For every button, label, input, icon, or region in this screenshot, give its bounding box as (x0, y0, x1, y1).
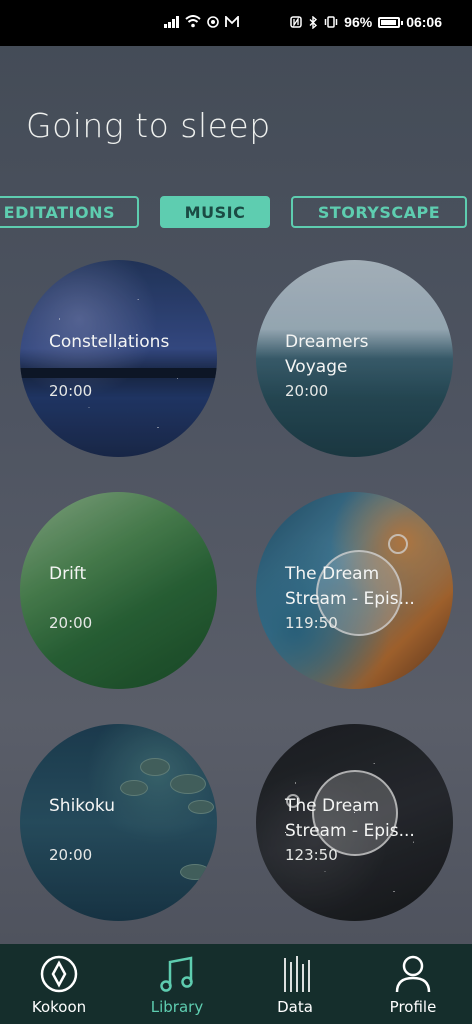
nav-label: Data (277, 998, 313, 1016)
card-shikoku[interactable]: Shikoku 20:00 (20, 724, 217, 921)
card-duration: 123:50 (285, 846, 338, 864)
clock: 06:06 (406, 14, 442, 30)
nav-label: Kokoon (31, 998, 87, 1016)
card-title: Drift (49, 564, 87, 584)
mail-icon (225, 15, 239, 27)
card-constellations[interactable]: Constellations 20:00 (20, 260, 217, 457)
card-title: The Dream Stream - Epis... (285, 564, 415, 609)
data-bars-icon (284, 956, 310, 992)
nav-data[interactable]: Data (236, 944, 354, 1024)
tab-meditations[interactable]: EDITATIONS (0, 196, 139, 228)
nav-label: Profile (389, 998, 437, 1016)
card-title: Dreamers Voyage (285, 332, 369, 377)
card-dreamers-voyage[interactable]: Dreamers Voyage 20:00 (256, 260, 453, 457)
nav-label: Library (150, 998, 204, 1016)
status-icons-right: 96% 06:06 (290, 14, 442, 30)
tab-storyscape[interactable]: STORYSCAPE (291, 196, 467, 228)
wifi-icon (185, 15, 201, 28)
music-note-icon (160, 956, 193, 992)
card-title: Constellations (49, 332, 170, 352)
bluetooth-icon (309, 15, 318, 29)
battery-icon (378, 16, 404, 28)
card-title: Shikoku (49, 796, 116, 816)
card-title: The Dream Stream - Epis... (285, 796, 415, 841)
card-duration: 20:00 (285, 382, 329, 400)
card-dream-stream-1[interactable]: The Dream Stream - Epis... 119:50 (256, 492, 453, 689)
card-drift[interactable]: Drift 20:00 (20, 492, 217, 689)
nfc-icon (290, 16, 302, 28)
signal-icon (164, 15, 179, 28)
vibrate-icon (324, 16, 338, 28)
card-duration: 119:50 (285, 614, 338, 632)
card-duration: 20:00 (49, 846, 93, 864)
bottom-nav: Kokoon Library Data Profile (0, 944, 472, 1024)
card-dream-stream-2[interactable]: The Dream Stream - Epis... 123:50 (256, 724, 453, 921)
location-icon (207, 15, 219, 28)
tab-music[interactable]: MUSIC (160, 196, 270, 228)
nav-profile[interactable]: Profile (354, 944, 472, 1024)
card-duration: 20:00 (49, 382, 93, 400)
battery-percent: 96% (344, 14, 373, 30)
nav-library[interactable]: Library (118, 944, 236, 1024)
page-title: Going to sleep (26, 106, 271, 145)
kokoon-logo-icon (40, 955, 78, 993)
status-icons-left (164, 15, 239, 28)
status-bar: 96% 06:06 (0, 0, 472, 46)
profile-icon (395, 955, 431, 993)
nav-kokoon[interactable]: Kokoon (0, 944, 118, 1024)
category-tabs: EDITATIONS MUSIC STORYSCAPE (0, 196, 472, 228)
card-duration: 20:00 (49, 614, 93, 632)
